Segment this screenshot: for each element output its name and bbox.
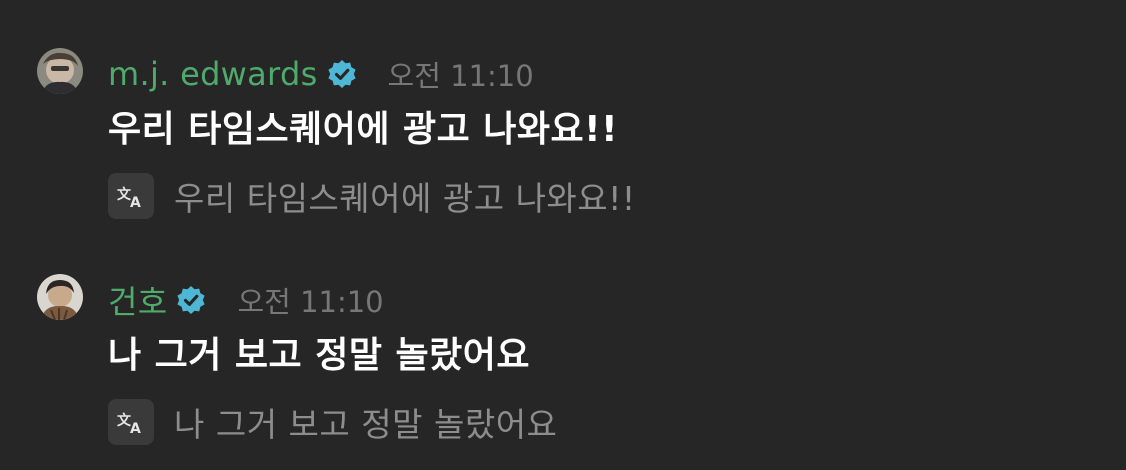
svg-text:A: A [130,195,141,209]
verified-badge-icon [326,58,358,90]
message-text: 나 그거 보고 정말 놀랐어요 [108,335,530,376]
avatar-image [37,274,83,320]
translation-row: 文 A 우리 타임스퀘어에 광고 나와요!! [108,173,636,219]
user-avatar[interactable] [37,274,83,320]
verified-badge-icon [175,284,207,316]
message-header: 건호 오전 11:10 [108,278,384,322]
user-avatar[interactable] [37,48,83,94]
translate-icon[interactable]: 文 A [108,173,154,219]
translation-text: 나 그거 보고 정말 놀랐어요 [174,405,558,444]
translate-icon[interactable]: 文 A [108,399,154,445]
username[interactable]: 건호 [108,277,167,323]
message-text: 우리 타임스퀘어에 광고 나와요!! [108,109,618,150]
username[interactable]: m.j. edwards [108,55,318,93]
timestamp: 오전 11:10 [387,59,534,93]
svg-text:A: A [130,421,141,435]
avatar-image [37,48,83,94]
message-header: m.j. edwards 오전 11:10 [108,52,534,96]
translation-row: 文 A 나 그거 보고 정말 놀랐어요 [108,399,558,445]
timestamp: 오전 11:10 [237,285,384,319]
translation-text: 우리 타임스퀘어에 광고 나와요!! [174,179,636,218]
